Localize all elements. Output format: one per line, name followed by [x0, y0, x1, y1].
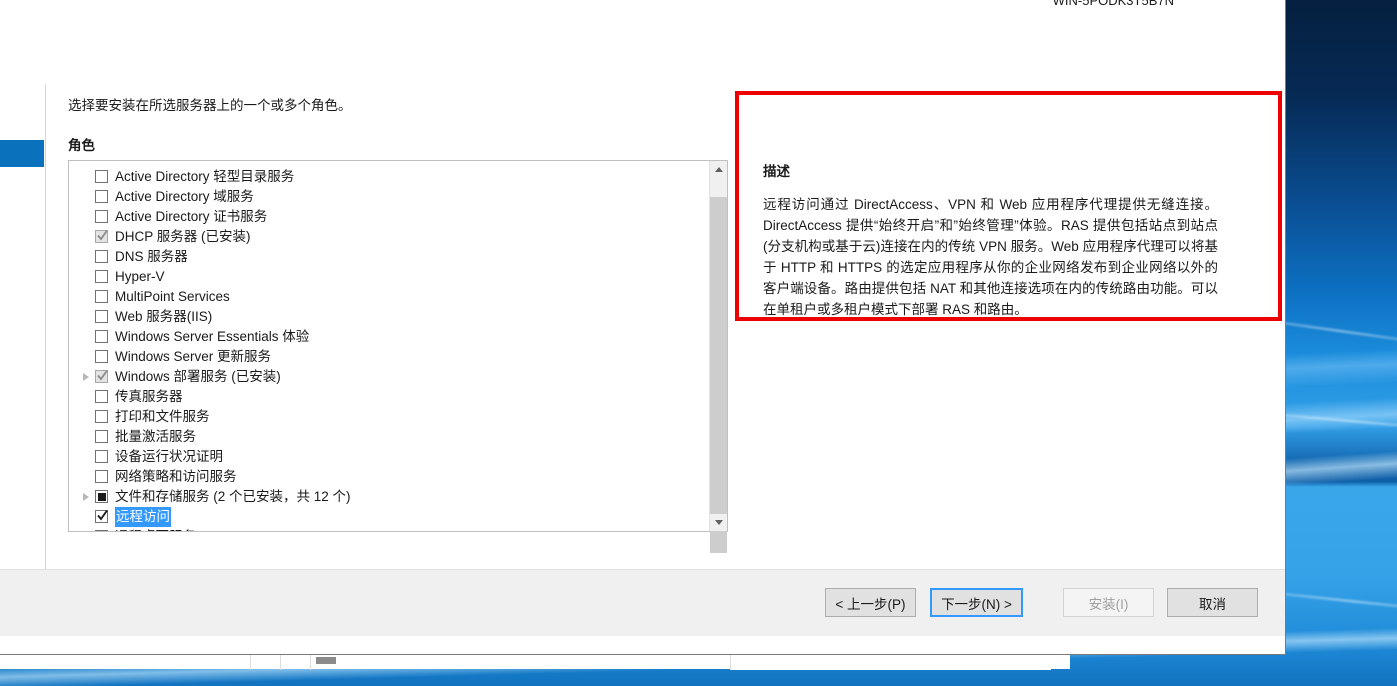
role-checkbox[interactable] — [95, 229, 108, 243]
description-body: 远程访问通过 DirectAccess、VPN 和 Web 应用程序代理提供无缝… — [763, 197, 1218, 317]
role-list-item[interactable]: 网络策略和访问服务 — [69, 467, 709, 487]
target-server-block: 目标服务器 WIN-5PODK3T5B7N — [1053, 0, 1174, 10]
install-button[interactable]: 安装(I) — [1063, 588, 1154, 617]
role-list-item[interactable]: 打印和文件服务 — [69, 407, 709, 427]
role-list-item[interactable]: 批量激活服务 — [69, 427, 709, 447]
role-list-item[interactable]: Windows Server Essentials 体验 — [69, 327, 709, 347]
role-label: 文件和存储服务 (2 个已安装，共 12 个) — [115, 489, 351, 504]
add-roles-and-features-wizard: 角色 目标服务器 WIN-5PODK3T5B7N 选择要安装在所选服务器上的一个… — [0, 0, 1285, 654]
role-list-item[interactable]: 传真服务器 — [69, 387, 709, 407]
wizard-step-nav — [0, 84, 46, 570]
role-checkbox[interactable] — [95, 350, 108, 363]
role-list-item[interactable]: 远程桌面服务 — [69, 527, 709, 531]
previous-button[interactable]: < 上一步(P) — [825, 588, 916, 617]
role-label: Active Directory 域服务 — [115, 189, 254, 204]
description-title: 描述 — [763, 164, 790, 179]
role-list-item[interactable]: 设备运行状况证明 — [69, 447, 709, 467]
next-button[interactable]: 下一步(N) > — [930, 588, 1023, 617]
role-label: MultiPoint Services — [115, 289, 230, 304]
role-checkbox[interactable] — [95, 410, 108, 423]
role-label: 网络策略和访问服务 — [115, 469, 237, 484]
wizard-content: 选择要安装在所选服务器上的一个或多个角色。 角色 Active Director… — [46, 84, 1285, 570]
role-label: Windows Server Essentials 体验 — [115, 329, 310, 344]
sidebar-item-server-roles[interactable] — [0, 140, 44, 167]
role-checkbox[interactable] — [95, 509, 108, 523]
expand-arrow-icon[interactable] — [82, 493, 91, 502]
role-label: 打印和文件服务 — [115, 409, 210, 424]
role-checkbox[interactable] — [95, 170, 108, 183]
role-label: Windows 部署服务 (已安装) — [115, 369, 281, 384]
role-list-item[interactable]: Active Directory 域服务 — [69, 187, 709, 207]
roles-list-scrollbar[interactable] — [709, 161, 727, 553]
scroll-down-icon[interactable] — [710, 514, 727, 531]
expand-arrow-icon[interactable] — [82, 373, 91, 382]
role-checkbox[interactable] — [95, 250, 108, 263]
roles-list: Active Directory 轻型目录服务 Active Directory … — [69, 161, 709, 531]
cancel-button[interactable]: 取消 — [1167, 588, 1258, 617]
role-label: 传真服务器 — [115, 389, 183, 404]
role-label: 设备运行状况证明 — [115, 449, 223, 464]
role-checkbox[interactable] — [95, 450, 108, 463]
role-list-item[interactable]: DHCP 服务器 (已安装) — [69, 227, 709, 247]
role-checkbox[interactable] — [95, 530, 108, 531]
role-checkbox[interactable] — [95, 330, 108, 343]
role-list-item[interactable]: 远程访问 — [69, 507, 709, 527]
role-label: Windows Server 更新服务 — [115, 349, 272, 364]
wizard-footer: < 上一步(P) 下一步(N) > 安装(I) 取消 — [0, 569, 1285, 636]
wizard-header: 角色 目标服务器 WIN-5PODK3T5B7N — [0, 0, 1285, 84]
role-list-item[interactable]: 文件和存储服务 (2 个已安装，共 12 个) — [69, 487, 709, 507]
role-label: Hyper-V — [115, 269, 165, 284]
role-checkbox[interactable] — [95, 190, 108, 203]
role-list-item[interactable]: Windows 部署服务 (已安装) — [69, 367, 709, 387]
role-checkbox[interactable] — [95, 430, 108, 443]
check-icon — [97, 369, 108, 382]
role-list-item[interactable]: Web 服务器(IIS) — [69, 307, 709, 327]
roles-section-label: 角色 — [68, 138, 95, 153]
role-checkbox[interactable] — [95, 270, 108, 283]
roles-list-box[interactable]: Active Directory 轻型目录服务 Active Directory … — [68, 160, 728, 553]
role-checkbox[interactable] — [95, 470, 108, 483]
check-icon — [97, 229, 108, 242]
role-list-item[interactable]: MultiPoint Services — [69, 287, 709, 307]
role-label: DHCP 服务器 (已安装) — [115, 229, 251, 244]
role-label: Active Directory 轻型目录服务 — [115, 169, 295, 184]
role-list-item[interactable]: Hyper-V — [69, 267, 709, 287]
role-label: 远程桌面服务 — [115, 527, 196, 531]
description-panel: 描述 远程访问通过 DirectAccess、VPN 和 Web 应用程序代理提… — [763, 160, 1218, 320]
scroll-up-icon[interactable] — [710, 161, 727, 178]
role-checkbox[interactable] — [95, 390, 108, 403]
role-list-item[interactable]: Active Directory 轻型目录服务 — [69, 167, 709, 187]
intro-text: 选择要安装在所选服务器上的一个或多个角色。 — [68, 98, 352, 113]
role-label: Web 服务器(IIS) — [115, 309, 213, 324]
scrollbar-thumb[interactable] — [710, 197, 727, 553]
role-list-item[interactable]: Windows Server 更新服务 — [69, 347, 709, 367]
role-checkbox[interactable] — [95, 290, 108, 303]
check-icon — [97, 509, 108, 522]
strip-thumbnail-icon — [316, 657, 336, 664]
role-label: 批量激活服务 — [115, 429, 196, 444]
role-label: Active Directory 证书服务 — [115, 209, 268, 224]
role-label: DNS 服务器 — [115, 249, 188, 264]
role-list-item[interactable]: DNS 服务器 — [69, 247, 709, 267]
role-checkbox[interactable] — [95, 369, 108, 383]
target-server-name: WIN-5PODK3T5B7N — [1052, 0, 1174, 8]
role-checkbox[interactable] — [95, 490, 108, 503]
role-label: 远程访问 — [115, 507, 171, 527]
role-checkbox[interactable] — [95, 210, 108, 223]
role-checkbox[interactable] — [95, 310, 108, 323]
role-list-item[interactable]: Active Directory 证书服务 — [69, 207, 709, 227]
